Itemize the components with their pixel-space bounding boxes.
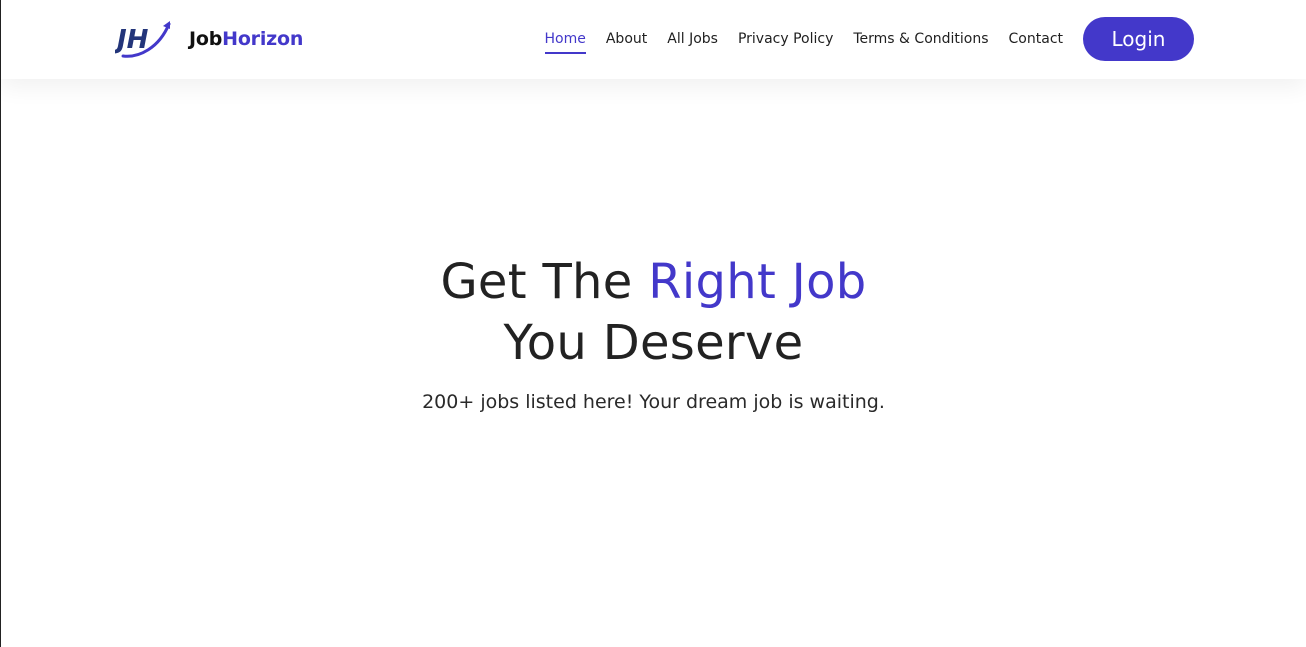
nav-privacy-policy-link[interactable]: Privacy Policy	[738, 29, 833, 49]
hero-title-prefix: Get The	[440, 254, 649, 310]
nav-terms-conditions-link[interactable]: Terms & Conditions	[853, 29, 988, 49]
nav-about-link[interactable]: About	[606, 29, 647, 49]
main-nav: Home About All Jobs Privacy Policy Terms…	[544, 17, 1194, 61]
nav-contact-link[interactable]: Contact	[1009, 29, 1063, 49]
hero-title-line2: You Deserve	[503, 315, 804, 371]
hero-title: Get The Right Job You Deserve	[1, 252, 1306, 374]
svg-text:JH: JH	[115, 25, 149, 55]
navbar: JH JobHorizon Home About All Jobs Privac…	[1, 0, 1306, 79]
hero-title-highlight: Right Job	[648, 254, 867, 310]
nav-home-link[interactable]: Home	[544, 29, 587, 54]
brand-home-link[interactable]: JH JobHorizon	[115, 18, 303, 60]
brand-name-horizon: Horizon	[222, 28, 304, 50]
nav-all-jobs-link[interactable]: All Jobs	[667, 29, 718, 49]
page: JH JobHorizon Home About All Jobs Privac…	[0, 0, 1306, 647]
hero-section: Get The Right Job You Deserve 200+ jobs …	[1, 252, 1306, 415]
brand-name: JobHorizon	[189, 28, 303, 50]
brand-name-job: Job	[189, 28, 223, 50]
login-button[interactable]: Login	[1083, 17, 1194, 61]
hero-subtitle: 200+ jobs listed here! Your dream job is…	[422, 391, 885, 413]
jh-logo-icon: JH	[115, 21, 171, 58]
